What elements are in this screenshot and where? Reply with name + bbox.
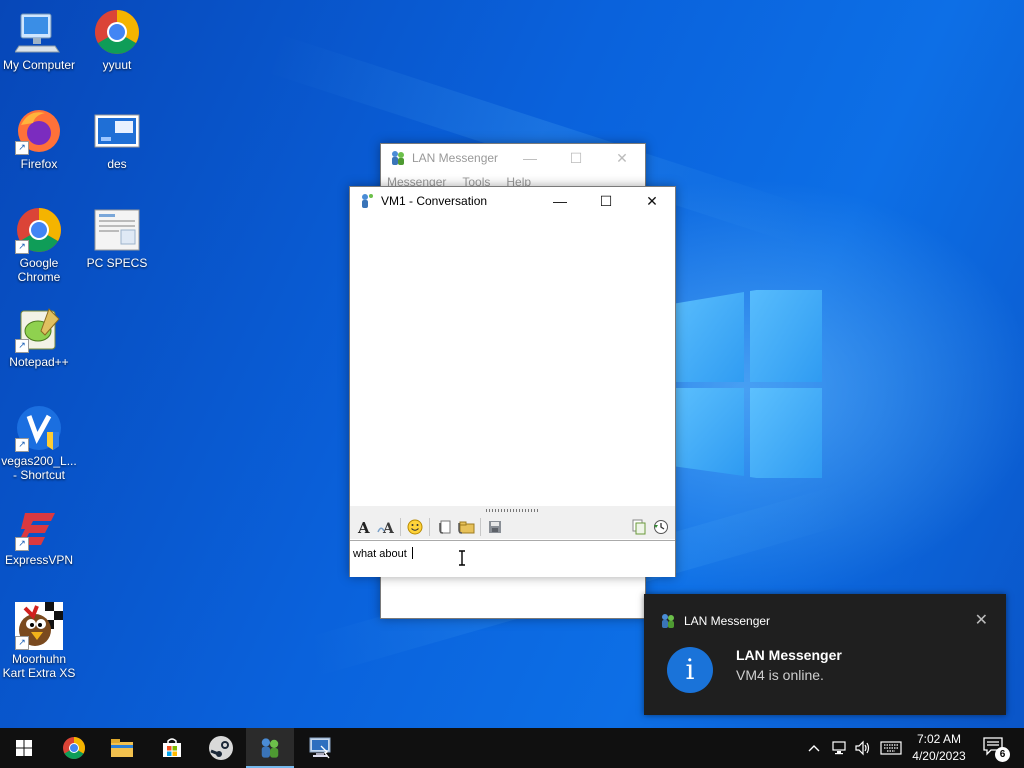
toast-app-name: LAN Messenger [684, 614, 771, 628]
network-tray-button[interactable] [828, 728, 850, 768]
screenshot-file-icon [94, 114, 140, 148]
taskbar-store[interactable] [148, 728, 196, 768]
close-button[interactable]: ✕ [629, 187, 675, 215]
splitter-handle[interactable] [350, 506, 675, 515]
speaker-icon [855, 740, 870, 756]
desktop-icon-des[interactable]: des [78, 107, 156, 171]
desktop-icon-yyuut[interactable]: yyuut [78, 8, 156, 72]
desktop-icon-label: Google Chrome [17, 256, 61, 284]
minimize-button[interactable]: — [537, 187, 583, 215]
desktop-icon-label: Notepad++ [9, 355, 69, 369]
toast-message: VM4 is online. [736, 667, 824, 683]
lan-messenger-icon [392, 151, 404, 165]
taskbar-chrome[interactable] [50, 728, 98, 768]
desktop-icon-label: My Computer [2, 58, 76, 72]
font-color-icon[interactable]: A [375, 516, 397, 538]
shortcut-arrow-icon: ↗ [15, 438, 29, 452]
message-history[interactable] [350, 216, 675, 506]
window-title: VM1 - Conversation [381, 194, 488, 208]
minimize-button[interactable]: — [507, 144, 553, 172]
desktop: My Computer yyuut ↗ Firefox des ↗ Google… [0, 0, 1024, 728]
history-icon[interactable] [650, 516, 672, 538]
maximize-button[interactable]: ☐ [583, 187, 629, 215]
conversation-window[interactable]: VM1 - Conversation — ☐ ✕ A A what about [349, 186, 676, 577]
taskbar-remote-desktop[interactable] [296, 728, 344, 768]
desktop-icon-vegas[interactable]: ↗ vegas200_L... - Shortcut [0, 404, 78, 482]
chrome-icon [95, 10, 139, 54]
taskbar-file-explorer[interactable] [98, 728, 146, 768]
desktop-icon-label: Moorhuhn Kart Extra XS [2, 652, 76, 680]
taskbar-lan-messenger[interactable] [246, 728, 294, 768]
desktop-icon-firefox[interactable]: ↗ Firefox [0, 107, 78, 171]
conversation-toolbar: A A [350, 515, 675, 539]
clock-time: 7:02 AM [916, 732, 962, 746]
shortcut-arrow-icon: ↗ [15, 339, 29, 353]
message-input[interactable]: what about [350, 540, 675, 577]
document-file-icon [94, 209, 140, 251]
desktop-icon-label: yyuut [102, 58, 132, 72]
desktop-icon-moorhuhn[interactable]: ↗ Moorhuhn Kart Extra XS [0, 602, 78, 680]
ibeam-cursor-icon [459, 550, 465, 566]
desktop-icon-notepadpp[interactable]: ↗ Notepad++ [0, 305, 78, 369]
svg-text:A: A [357, 519, 370, 535]
desktop-icon-expressvpn[interactable]: ↗ ExpressVPN [0, 503, 78, 567]
shortcut-arrow-icon: ↗ [15, 141, 29, 155]
chrome-icon [63, 737, 85, 759]
send-folder-icon[interactable] [455, 516, 477, 538]
close-button[interactable]: ✕ [599, 144, 645, 172]
start-button[interactable] [0, 728, 48, 768]
lan-messenger-icon [362, 194, 373, 208]
volume-tray-button[interactable] [852, 728, 874, 768]
taskbar-clock[interactable]: 7:02 AM 4/20/2023 [904, 731, 974, 765]
remote-desktop-icon [309, 737, 331, 759]
desktop-icon-label: Firefox [20, 157, 58, 171]
keyboard-icon [880, 741, 902, 755]
clock-date: 4/20/2023 [912, 749, 966, 763]
send-file-icon[interactable] [433, 516, 455, 538]
show-hidden-icons-button[interactable] [804, 728, 824, 768]
steam-icon [209, 736, 233, 760]
lan-messenger-icon [662, 614, 674, 628]
svg-text:A: A [382, 521, 395, 535]
lan-messenger-icon [261, 738, 279, 758]
copy-icon[interactable] [628, 516, 650, 538]
message-input-text: what about [353, 548, 410, 560]
shortcut-arrow-icon: ↗ [15, 537, 29, 551]
desktop-icon-google-chrome[interactable]: ↗ Google Chrome [0, 206, 78, 284]
font-icon[interactable]: A [353, 516, 375, 538]
windows-logo [672, 290, 822, 478]
maximize-button[interactable]: ☐ [553, 144, 599, 172]
save-icon[interactable] [484, 516, 506, 538]
taskbar: 7:02 AM 4/20/2023 6 [0, 728, 1024, 768]
desktop-icon-label: des [107, 157, 127, 171]
toast-title: LAN Messenger [736, 647, 842, 663]
windows-start-icon [16, 740, 32, 756]
chevron-up-icon [808, 745, 820, 752]
window-title: LAN Messenger [412, 151, 499, 165]
desktop-icon-label: vegas200_L... - Shortcut [1, 454, 77, 482]
toast-notification[interactable]: LAN Messenger ✕ i LAN Messenger VM4 is o… [644, 594, 1006, 715]
toast-close-button[interactable]: ✕ [975, 610, 988, 630]
folder-icon [111, 739, 133, 757]
network-icon [832, 741, 846, 755]
desktop-icon-label: ExpressVPN [4, 553, 74, 567]
desktop-icon-label: PC SPECS [86, 256, 148, 270]
computer-icon [14, 13, 60, 53]
desktop-icon-my-computer[interactable]: My Computer [0, 8, 78, 72]
desktop-icon-pc-specs[interactable]: PC SPECS [78, 206, 156, 270]
info-icon: i [667, 647, 713, 693]
shortcut-arrow-icon: ↗ [15, 636, 29, 650]
taskbar-steam[interactable] [197, 728, 245, 768]
store-icon [163, 738, 181, 757]
touch-keyboard-button[interactable] [878, 728, 904, 768]
notification-count-badge: 6 [995, 747, 1010, 762]
text-caret [411, 547, 413, 559]
emoticon-icon[interactable] [404, 516, 426, 538]
shortcut-arrow-icon: ↗ [15, 240, 29, 254]
action-center-button[interactable]: 6 [982, 736, 1010, 762]
